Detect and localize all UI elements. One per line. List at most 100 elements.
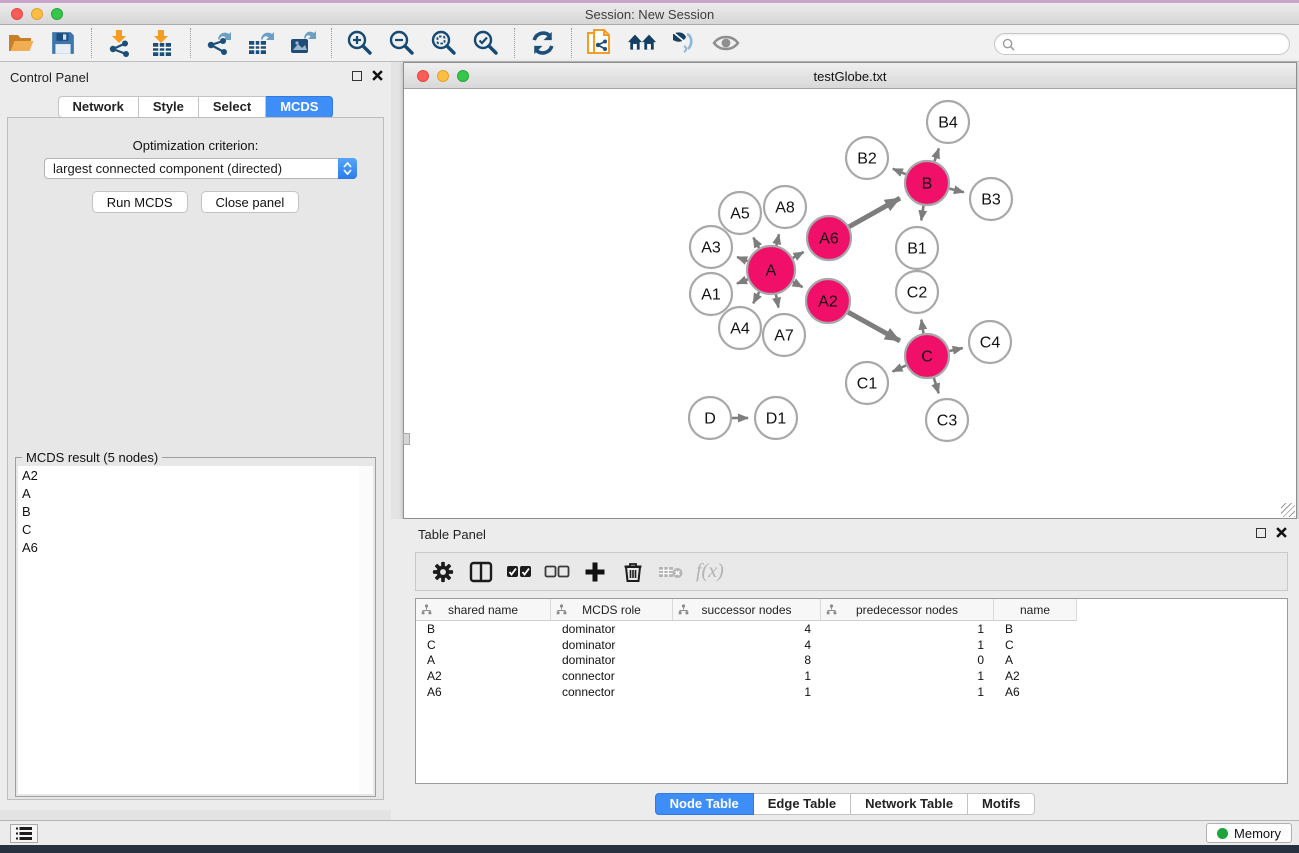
- tab-network[interactable]: Network: [58, 96, 139, 118]
- cell-name: A2: [994, 669, 1077, 683]
- optimization-criterion-label: Optimization criterion:: [8, 138, 383, 153]
- tab-select[interactable]: Select: [199, 96, 266, 118]
- tab-style[interactable]: Style: [139, 96, 199, 118]
- mcds-result-list[interactable]: A2ABCA6: [18, 466, 361, 794]
- column-header-predecessor-nodes[interactable]: predecessor nodes: [821, 599, 994, 621]
- result-item-c[interactable]: C: [18, 520, 360, 538]
- graph-edge-A-A6[interactable]: [793, 252, 804, 258]
- cell-predecessor-nodes: 0: [821, 653, 994, 667]
- save-session-icon[interactable]: [48, 28, 78, 58]
- tab-network-table[interactable]: Network Table: [851, 793, 968, 815]
- table-row-c[interactable]: Cdominator41C: [416, 637, 1287, 653]
- graph-edge-C-C3[interactable]: [934, 378, 939, 393]
- close-table-panel-icon[interactable]: [1276, 527, 1287, 538]
- graph-edge-B-B3[interactable]: [949, 189, 964, 193]
- window-edge-handle[interactable]: [403, 433, 410, 445]
- graph-edge-A-A5[interactable]: [753, 238, 759, 248]
- table-row-a2[interactable]: A2connector11A2: [416, 668, 1287, 684]
- first-neighbors-icon[interactable]: [627, 28, 657, 58]
- result-item-a2[interactable]: A2: [18, 466, 360, 484]
- zoom-in-icon[interactable]: [345, 28, 375, 58]
- result-item-b[interactable]: B: [18, 502, 360, 520]
- graph-edge-A-A8[interactable]: [776, 234, 779, 245]
- zoom-selected-icon[interactable]: [471, 28, 501, 58]
- tab-mcds[interactable]: MCDS: [266, 96, 333, 118]
- dropdown-selected-value: largest connected component (directed): [45, 161, 338, 176]
- toolbar-search-field[interactable]: [994, 33, 1290, 55]
- close-panel-button[interactable]: Close panel: [201, 191, 300, 213]
- zoom-out-icon[interactable]: [387, 28, 417, 58]
- graph-node-label-C4: C4: [980, 335, 1001, 352]
- export-network-icon[interactable]: [204, 28, 234, 58]
- network-graph[interactable]: AA2A6BCA1A3A4A5A7A8B1B2B3B4C1C2C3C4DD1: [404, 89, 1296, 518]
- show-all-icon[interactable]: [711, 28, 741, 58]
- refresh-view-icon[interactable]: [528, 28, 558, 58]
- new-network-from-selection-icon[interactable]: [585, 28, 615, 58]
- optimization-criterion-dropdown[interactable]: largest connected component (directed): [44, 158, 357, 179]
- deselect-all-icon[interactable]: [540, 557, 574, 587]
- graph-node-label-B: B: [922, 176, 933, 193]
- column-label: MCDS role: [582, 603, 641, 617]
- memory-button[interactable]: Memory: [1206, 823, 1292, 843]
- table-row-a6[interactable]: A6connector11A6: [416, 684, 1287, 700]
- column-header-shared-name[interactable]: shared name: [416, 599, 551, 621]
- graph-edge-C-C2[interactable]: [921, 320, 923, 334]
- table-toolbar: f(x): [415, 552, 1288, 591]
- cell-name: A6: [994, 685, 1077, 699]
- search-input[interactable]: [1019, 37, 1289, 51]
- graph-edge-A-A1[interactable]: [737, 279, 748, 283]
- export-table-icon[interactable]: [246, 28, 276, 58]
- tab-node-table[interactable]: Node Table: [655, 793, 754, 815]
- float-panel-icon[interactable]: [352, 71, 362, 81]
- table-row-b[interactable]: Bdominator41B: [416, 621, 1287, 637]
- table-row-a[interactable]: Adominator80A: [416, 653, 1287, 669]
- tab-edge-table[interactable]: Edge Table: [754, 793, 851, 815]
- delete-column-icon[interactable]: [616, 557, 650, 587]
- hide-selected-icon[interactable]: [669, 28, 699, 58]
- result-item-a[interactable]: A: [18, 484, 360, 502]
- graph-edge-B-B1[interactable]: [921, 206, 923, 221]
- task-history-icon[interactable]: [10, 824, 38, 843]
- graph-edge-C-C1[interactable]: [893, 365, 906, 371]
- float-table-panel-icon[interactable]: [1256, 528, 1266, 538]
- graph-edge-A2-C[interactable]: [848, 312, 900, 341]
- graph-edge-A-A2[interactable]: [793, 282, 803, 287]
- result-list-scrollbar[interactable]: [359, 466, 373, 794]
- graph-node-label-B3: B3: [981, 192, 1001, 209]
- column-header-MCDS-role[interactable]: MCDS role: [551, 599, 673, 621]
- add-column-icon[interactable]: [578, 557, 612, 587]
- import-network-icon[interactable]: [105, 28, 135, 58]
- function-builder-icon[interactable]: f(x): [696, 560, 724, 583]
- zoom-fit-icon[interactable]: [429, 28, 459, 58]
- run-mcds-button[interactable]: Run MCDS: [92, 191, 188, 213]
- cell-successor-nodes: 1: [673, 669, 821, 683]
- graph-node-label-A7: A7: [774, 328, 794, 345]
- graph-edge-A-A4[interactable]: [753, 292, 759, 303]
- tab-motifs[interactable]: Motifs: [968, 793, 1035, 815]
- table-settings-icon[interactable]: [426, 557, 460, 587]
- table-panel-title: Table Panel: [418, 527, 486, 542]
- open-file-icon[interactable]: [6, 28, 36, 58]
- table-panel-tabs: Node TableEdge TableNetwork TableMotifs: [391, 793, 1299, 815]
- close-panel-icon[interactable]: [372, 70, 383, 81]
- graph-edge-B-B4[interactable]: [934, 148, 938, 161]
- graph-edge-A-A7[interactable]: [776, 295, 779, 308]
- split-view-icon[interactable]: [464, 557, 498, 587]
- resize-grip[interactable]: [1281, 503, 1295, 517]
- network-canvas[interactable]: AA2A6BCA1A3A4A5A7A8B1B2B3B4C1C2C3C4DD1: [404, 89, 1296, 518]
- network-window-title: testGlobe.txt: [404, 69, 1296, 84]
- graph-edge-C-C4[interactable]: [949, 348, 962, 351]
- graph-node-label-A5: A5: [730, 206, 750, 223]
- delete-table-icon[interactable]: [654, 557, 688, 587]
- select-all-icon[interactable]: [502, 557, 536, 587]
- network-window-titlebar[interactable]: testGlobe.txt: [404, 63, 1296, 89]
- graph-edge-A6-B[interactable]: [849, 198, 900, 227]
- result-item-a6[interactable]: A6: [18, 538, 360, 556]
- graph-edge-B-B2[interactable]: [893, 169, 906, 174]
- column-header-name[interactable]: name: [994, 599, 1077, 621]
- graph-edge-A-A3[interactable]: [737, 257, 748, 261]
- export-image-icon[interactable]: [288, 28, 318, 58]
- column-header-successor-nodes[interactable]: successor nodes: [673, 599, 821, 621]
- import-table-icon[interactable]: [147, 28, 177, 58]
- mcds-result-title: MCDS result (5 nodes): [22, 450, 162, 465]
